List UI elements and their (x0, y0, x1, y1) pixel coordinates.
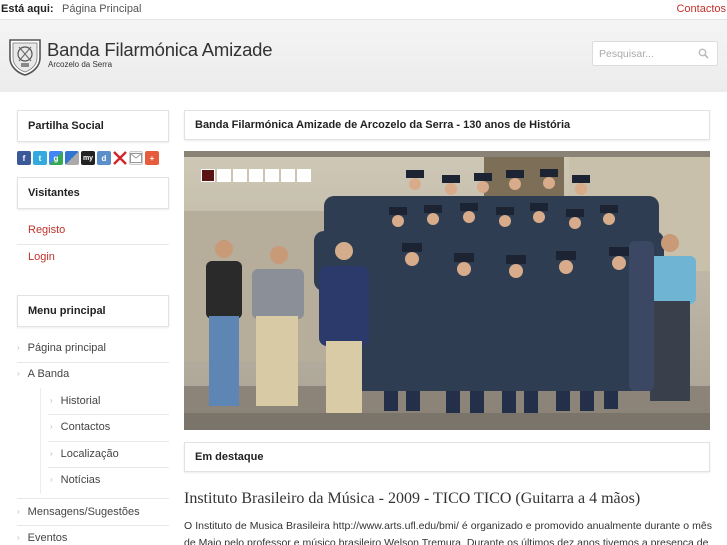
submenu-guide (40, 388, 41, 494)
chevron-right-icon: › (50, 396, 53, 405)
site-header: Banda Filarmónica Amizade Arcozelo da Se… (0, 19, 727, 92)
article-title[interactable]: Instituto Brasileiro da Música - 2009 - … (184, 490, 640, 508)
menu-item-eventos[interactable]: › Eventos (17, 532, 67, 544)
site-subtitle: Arcozelo da Serra (48, 60, 113, 69)
breadcrumb-label: Está aqui: (1, 3, 54, 15)
site-title[interactable]: Banda Filarmónica Amizade (47, 39, 273, 61)
breadcrumb-home-link[interactable]: Página Principal (62, 3, 142, 15)
featured-panel-title: Em destaque (184, 442, 710, 472)
chevron-right-icon: › (17, 507, 20, 516)
main-menu-panel-title: Menu principal (17, 295, 169, 327)
plus-icon[interactable]: + (145, 151, 159, 165)
divider (17, 362, 169, 363)
slide-dot-5[interactable] (265, 169, 279, 182)
chevron-right-icon: › (17, 343, 20, 352)
google-icon[interactable]: g (49, 151, 63, 165)
chevron-right-icon: › (50, 422, 53, 431)
chevron-right-icon: › (17, 369, 20, 378)
divider (48, 441, 169, 442)
delicious-icon[interactable] (65, 151, 79, 165)
social-share-icons: f t g my d + (17, 151, 159, 165)
contacts-link[interactable]: Contactos (676, 3, 726, 15)
slide-dot-2[interactable] (217, 169, 231, 182)
login-link[interactable]: Login (28, 251, 55, 263)
menu-item-home[interactable]: › Página principal (17, 342, 106, 354)
menu-item-contactos[interactable]: › Contactos (50, 421, 110, 433)
digg-icon[interactable]: d (97, 151, 111, 165)
band-crest-logo[interactable] (8, 36, 42, 76)
divider (48, 414, 169, 415)
menu-item-historial[interactable]: › Historial (50, 395, 100, 407)
twitter-icon[interactable]: t (33, 151, 47, 165)
top-bar: Está aqui: Página Principal Contactos (0, 0, 727, 19)
menu-item-noticias[interactable]: › Notícias (50, 474, 100, 486)
menu-item-a-banda[interactable]: › A Banda (17, 368, 69, 380)
chevron-right-icon: › (17, 533, 20, 542)
register-link[interactable]: Registo (28, 224, 65, 236)
social-share-panel-title: Partilha Social (17, 110, 169, 142)
slide-dot-1[interactable] (201, 169, 215, 182)
divider (17, 244, 169, 245)
slideshow-panel-title: Banda Filarmónica Amizade de Arcozelo da… (184, 110, 710, 140)
slideshow-image[interactable] (184, 151, 710, 430)
email-icon[interactable] (129, 151, 143, 165)
search-box (592, 41, 718, 66)
slide-dot-4[interactable] (249, 169, 263, 182)
slide-dot-7[interactable] (297, 169, 311, 182)
menu-item-mensagens[interactable]: › Mensagens/Sugestões (17, 506, 140, 518)
chevron-right-icon: › (50, 475, 53, 484)
slide-dot-3[interactable] (233, 169, 247, 182)
article-text: O Instituto de Musica Brasileira http://… (184, 520, 712, 545)
search-input[interactable] (593, 42, 693, 65)
divider (17, 498, 169, 499)
facebook-icon[interactable]: f (17, 151, 31, 165)
chevron-right-icon: › (50, 449, 53, 458)
slide-dot-6[interactable] (281, 169, 295, 182)
myspace-icon[interactable]: my (81, 151, 95, 165)
visitors-panel-title: Visitantes (17, 177, 169, 209)
search-icon[interactable] (698, 48, 709, 59)
menu-item-localizacao[interactable]: › Localização (50, 448, 119, 460)
divider (17, 525, 169, 526)
slideshow-pagination (201, 169, 311, 182)
divider (48, 467, 169, 468)
close-icon[interactable] (113, 151, 127, 165)
band-group-photo (184, 151, 710, 430)
